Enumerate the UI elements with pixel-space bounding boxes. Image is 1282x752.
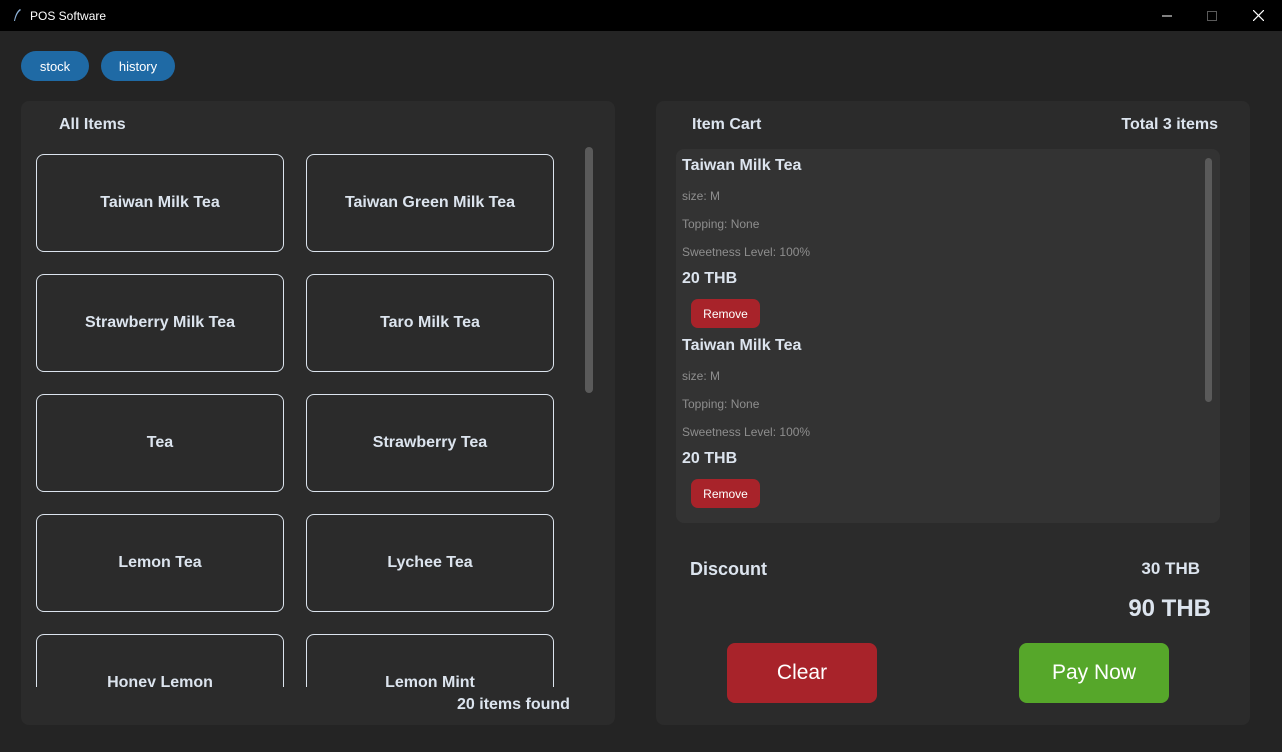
cart-entry-name: Taiwan Milk Tea: [682, 157, 802, 174]
item-tile[interactable]: Honey Lemon: [36, 634, 284, 687]
remove-button[interactable]: Remove: [691, 299, 760, 328]
cart-entry-sweetness: Sweetness Level: 100%: [682, 425, 811, 439]
cart-entry: Taiwan Milk Tea size: M Topping: None Sw…: [682, 149, 1182, 329]
cart-scrollbar[interactable]: [1205, 158, 1212, 402]
remove-button[interactable]: Remove: [691, 479, 760, 508]
item-tile[interactable]: Strawberry Tea: [306, 394, 554, 492]
stock-button[interactable]: stock: [21, 51, 89, 81]
history-button[interactable]: history: [101, 51, 175, 81]
items-count: 20 items found: [457, 696, 570, 713]
maximize-icon: [1207, 10, 1217, 21]
item-tile[interactable]: Taiwan Green Milk Tea: [306, 154, 554, 252]
close-icon: [1252, 10, 1264, 21]
clear-button[interactable]: Clear: [727, 643, 877, 703]
item-tile[interactable]: Tea: [36, 394, 284, 492]
cart-total-items: Total 3 items: [1121, 116, 1218, 133]
all-items-panel: All Items Taiwan Milk Tea Taiwan Green M…: [21, 101, 615, 725]
cart-entry: Taiwan Milk Tea size: M Topping: None Sw…: [682, 329, 1182, 509]
cart-entry-topping: Topping: None: [682, 397, 760, 411]
cart-list[interactable]: Taiwan Milk Tea size: M Topping: None Sw…: [676, 149, 1220, 523]
item-tile[interactable]: Lemon Tea: [36, 514, 284, 612]
all-items-title: All Items: [59, 116, 126, 133]
cart-entry-size: size: M: [682, 189, 721, 203]
title-bar: POS Software: [0, 0, 1282, 31]
items-scrollbar[interactable]: [585, 147, 593, 393]
minimize-icon: [1162, 15, 1172, 16]
item-tile[interactable]: Taiwan Milk Tea: [36, 154, 284, 252]
discount-label: Discount: [690, 559, 768, 579]
pay-now-button[interactable]: Pay Now: [1019, 643, 1169, 703]
item-tile[interactable]: Taro Milk Tea: [306, 274, 554, 372]
minimize-button[interactable]: [1144, 0, 1190, 31]
item-cart-panel: Item Cart Total 3 items Taiwan Milk Tea …: [656, 101, 1250, 725]
discount-value: 30 THB: [1141, 559, 1200, 578]
window-title: POS Software: [30, 9, 107, 23]
item-tile[interactable]: Lemon Mint: [306, 634, 554, 687]
cart-entry-size: size: M: [682, 369, 721, 383]
cart-entry-topping: Topping: None: [682, 217, 760, 231]
close-button[interactable]: [1235, 0, 1281, 31]
cart-entry-price: 20 THB: [682, 270, 738, 287]
cart-entry-sweetness: Sweetness Level: 100%: [682, 245, 811, 259]
maximize-button[interactable]: [1189, 0, 1235, 31]
item-cart-title: Item Cart: [692, 116, 762, 133]
item-tile[interactable]: Strawberry Milk Tea: [36, 274, 284, 372]
total-value: 90 THB: [1128, 595, 1211, 622]
pos-window: POS Software stock history All Items Tai…: [0, 0, 1282, 752]
cart-entry-price: 20 THB: [682, 450, 738, 467]
item-tile[interactable]: Lychee Tea: [306, 514, 554, 612]
cart-entry-name: Taiwan Milk Tea: [682, 337, 802, 354]
items-grid[interactable]: Taiwan Milk Tea Taiwan Green Milk Tea St…: [21, 146, 615, 687]
feather-icon: [14, 9, 21, 21]
